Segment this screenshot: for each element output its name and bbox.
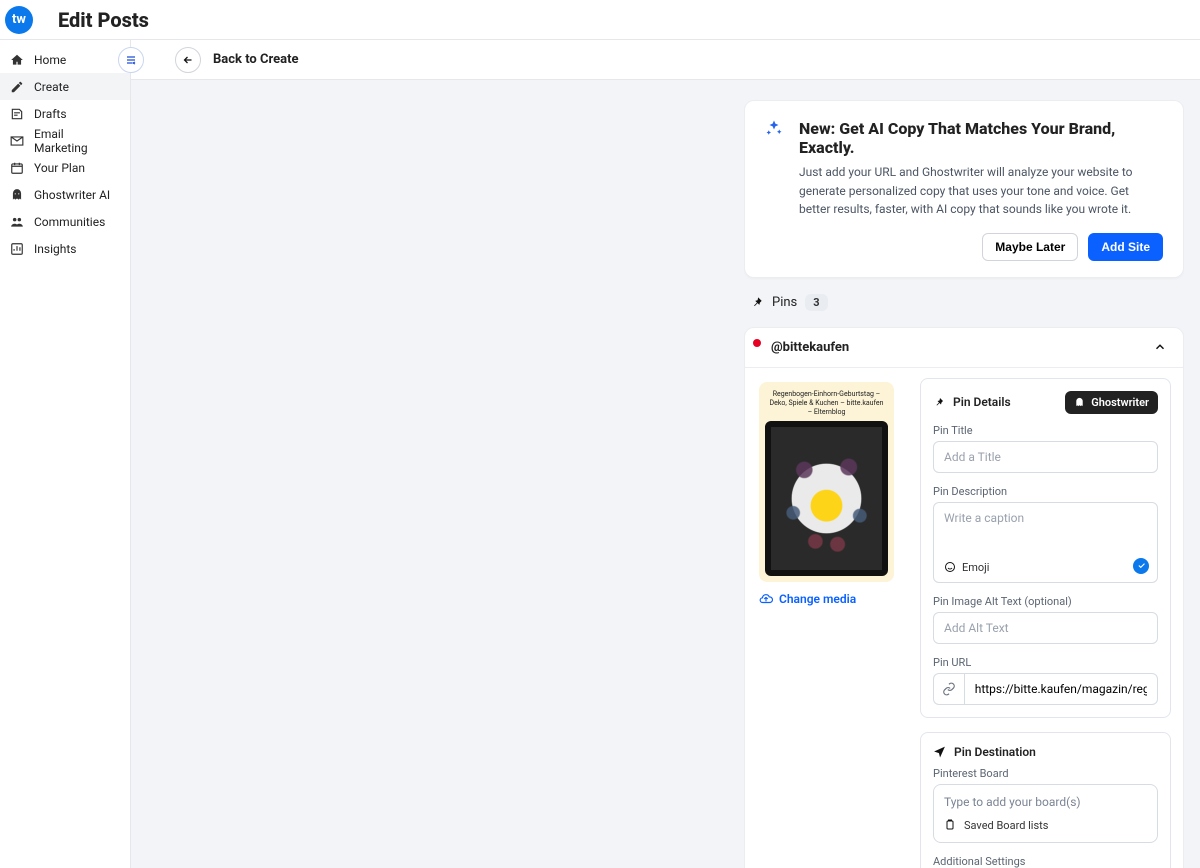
board-selector[interactable]: Type to add your board(s) Saved Board li…: [933, 784, 1158, 843]
right-panel-stack: New: Get AI Copy That Matches Your Brand…: [744, 100, 1184, 868]
sidebar-item-plan[interactable]: Your Plan: [0, 154, 130, 181]
pin-title-input[interactable]: [933, 441, 1158, 473]
destination-header: Pin Destination: [954, 745, 1036, 759]
sidebar-item-label: Communities: [34, 215, 105, 229]
pins-label: Pins: [772, 295, 797, 310]
pin-preview: Regenbogen-Einhorn-Geburtstag – Deko, Sp…: [759, 382, 894, 582]
change-media-link[interactable]: Change media: [759, 592, 910, 606]
pinterest-board-label: Pinterest Board: [933, 767, 1158, 780]
page-title: Edit Posts: [58, 8, 149, 32]
edit-icon: [10, 80, 24, 94]
back-button[interactable]: [175, 47, 201, 73]
add-site-button[interactable]: Add Site: [1088, 233, 1163, 261]
sidebar-item-label: Your Plan: [34, 161, 85, 175]
sidebar-item-label: Insights: [34, 242, 76, 256]
sidebar-item-label: Drafts: [34, 107, 67, 121]
pin-icon: [933, 396, 945, 408]
sidebar-item-label: Create: [34, 80, 69, 94]
main-area: Back to Create New: Get AI Copy That Mat…: [131, 40, 1200, 868]
insights-icon: [10, 242, 24, 256]
sidebar-item-communities[interactable]: Communities: [0, 208, 130, 235]
ai-banner: New: Get AI Copy That Matches Your Brand…: [744, 100, 1184, 278]
additional-settings-label: Additional Settings: [933, 855, 1158, 868]
sparkle-icon: [765, 119, 783, 137]
cloud-upload-icon: [759, 592, 773, 606]
header-bar: tw Edit Posts: [0, 0, 1200, 40]
pin-title-label: Pin Title: [933, 424, 1158, 437]
maybe-later-button[interactable]: Maybe Later: [982, 233, 1078, 261]
saved-lists-label: Saved Board lists: [964, 819, 1048, 832]
emoji-label: Emoji: [962, 561, 989, 574]
sidebar-item-label: Email Marketing: [34, 127, 120, 155]
sidebar-item-drafts[interactable]: Drafts: [0, 100, 130, 127]
editor-grid: Regenbogen-Einhorn-Geburtstag – Deko, Sp…: [745, 367, 1183, 868]
chevron-up-icon: [1153, 340, 1167, 354]
pin-url-label: Pin URL: [933, 656, 1158, 669]
sidebar-item-email[interactable]: Email Marketing: [0, 127, 130, 154]
email-icon: [10, 134, 24, 148]
sidebar-item-insights[interactable]: Insights: [0, 235, 130, 262]
sidebar-item-ghostwriter[interactable]: Ghostwriter AI: [0, 181, 130, 208]
pin-details-panel: Pin Details Ghostwriter Pin Title: [920, 378, 1171, 718]
ghostwriter-button[interactable]: Ghostwriter: [1065, 391, 1158, 414]
board-placeholder: Type to add your board(s): [944, 795, 1147, 809]
account-toggle-row[interactable]: @bittekaufen: [745, 328, 1183, 367]
preview-image: [765, 421, 888, 576]
banner-body: Just add your URL and Ghostwriter will a…: [799, 163, 1163, 219]
pin-url-input[interactable]: [964, 673, 1158, 705]
app-logo: tw: [5, 6, 33, 34]
back-row: Back to Create: [131, 40, 1200, 80]
pins-count-row: Pins 3: [744, 294, 1184, 311]
sidebar: Home Create Drafts Email Marketing Your …: [0, 40, 131, 868]
pinterest-badge-icon: [751, 337, 763, 349]
clipboard-icon: [944, 819, 956, 831]
sidebar-item-label: Home: [34, 53, 66, 67]
emoji-icon[interactable]: [944, 561, 956, 573]
sidebar-item-label: Ghostwriter AI: [34, 188, 110, 202]
drafts-icon: [10, 107, 24, 121]
ghost-icon: [1074, 397, 1085, 408]
sidebar-item-home[interactable]: Home: [0, 46, 130, 73]
pin-description-label: Pin Description: [933, 485, 1158, 498]
banner-heading: New: Get AI Copy That Matches Your Brand…: [799, 119, 1163, 157]
pin-description-input[interactable]: [944, 511, 1147, 551]
check-icon: [1133, 558, 1149, 574]
back-label: Back to Create: [213, 52, 299, 67]
account-handle: @bittekaufen: [771, 340, 849, 355]
pin-alt-input[interactable]: [933, 612, 1158, 644]
calendar-icon: [10, 161, 24, 175]
sidebar-item-create[interactable]: Create: [0, 73, 130, 100]
ghost-icon: [10, 188, 24, 202]
pin-icon: [750, 295, 764, 309]
communities-icon: [10, 215, 24, 229]
change-media-label: Change media: [779, 592, 856, 606]
ghostwriter-label: Ghostwriter: [1091, 396, 1149, 409]
pin-details-header: Pin Details: [953, 395, 1011, 409]
pin-editor-card: @bittekaufen Regenbogen-Einhorn-Geburtst…: [744, 327, 1184, 868]
home-icon: [10, 53, 24, 67]
sidebar-collapse-button[interactable]: [118, 47, 144, 73]
link-icon: [933, 673, 964, 705]
preview-title: Regenbogen-Einhorn-Geburtstag – Deko, Sp…: [765, 388, 888, 421]
send-icon: [933, 745, 946, 758]
pins-count-badge: 3: [805, 294, 827, 311]
pin-destination-panel: Pin Destination Pinterest Board Type to …: [920, 732, 1171, 868]
pin-alt-label: Pin Image Alt Text (optional): [933, 595, 1158, 608]
